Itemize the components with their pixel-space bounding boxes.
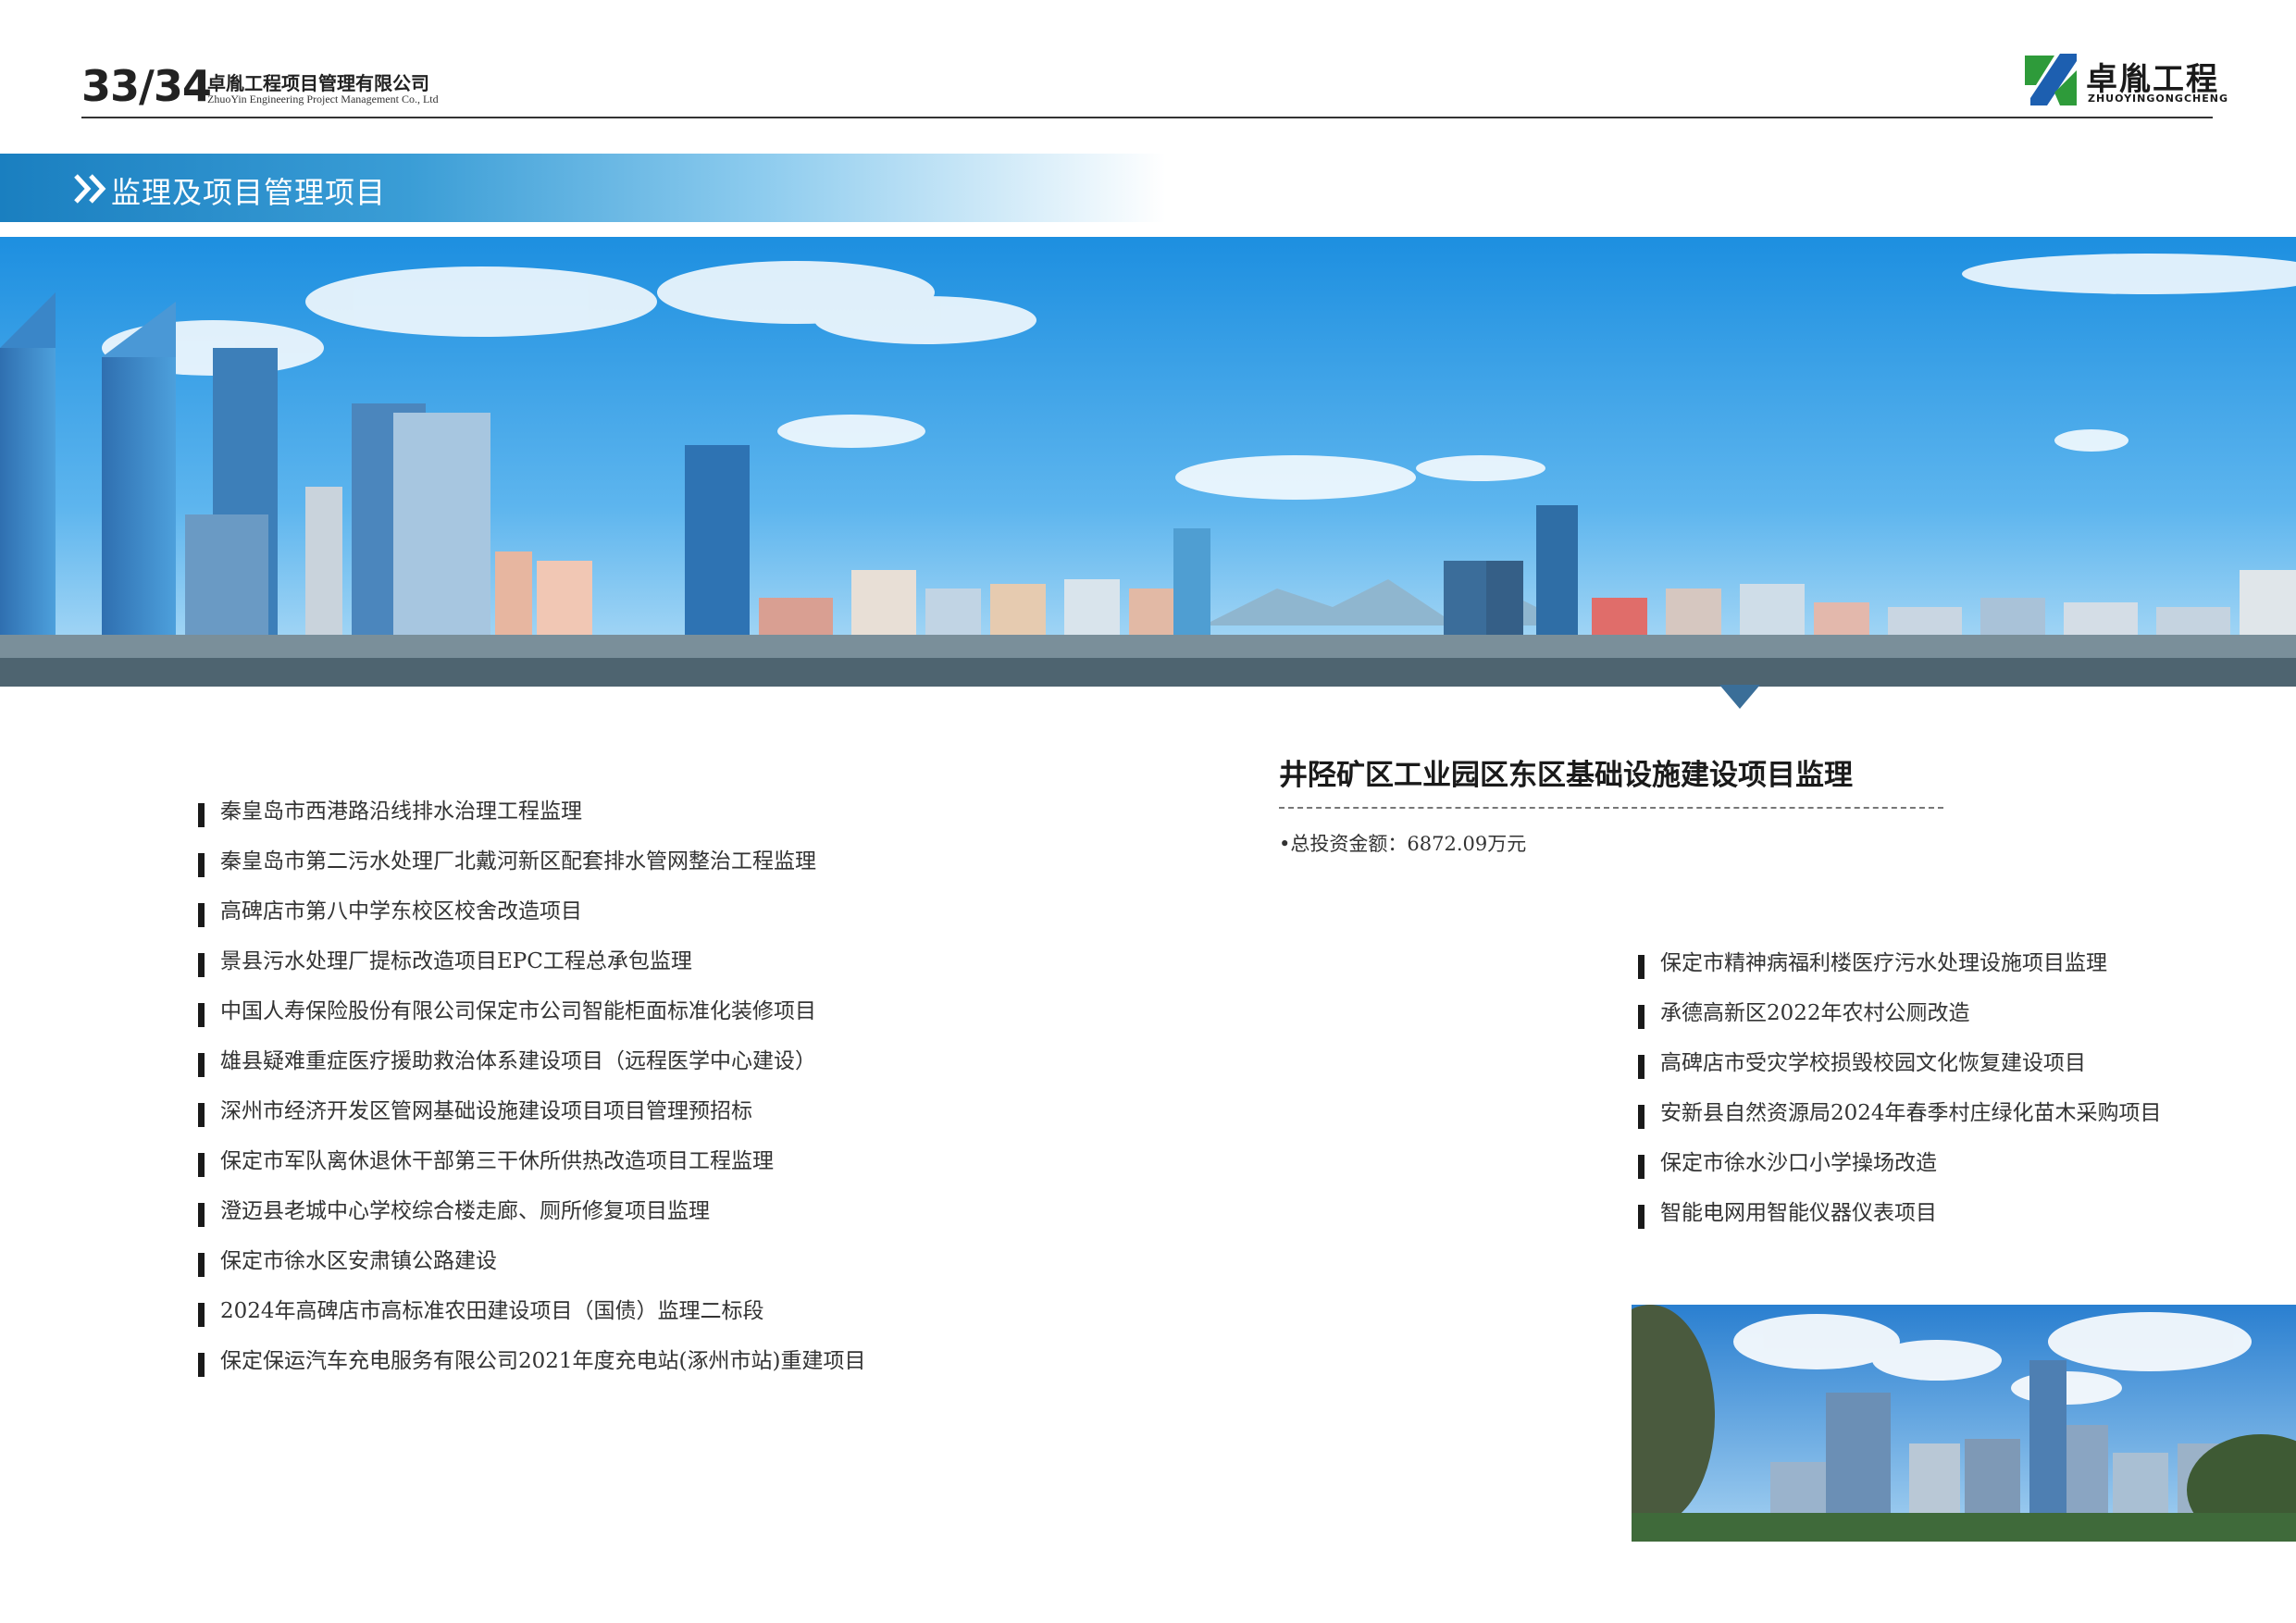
list-item: 保定市徐水沙口小学操场改造	[1638, 1147, 2162, 1197]
bullet-bar-icon	[1638, 1055, 1644, 1079]
featured-investment: •总投资金额：6872.09万元	[1279, 833, 1527, 855]
featured-project-title: 井陉矿区工业园区东区基础设施建设项目监理	[1279, 759, 1853, 792]
list-item: 澄迈县老城中心学校综合楼走廊、厕所修复项目监理	[198, 1196, 865, 1245]
bullet-bar-icon	[198, 853, 205, 877]
company-name-cn: 卓胤工程项目管理有限公司	[207, 72, 429, 94]
list-item: 雄县疑难重症医疗援助救治体系建设项目（远程医学中心建设）	[198, 1046, 865, 1096]
list-item-label: 秦皇岛市第二污水处理厂北戴河新区配套排水管网整治工程监理	[220, 849, 816, 873]
bullet-bar-icon	[1638, 1005, 1644, 1029]
bullet-bar-icon	[198, 803, 205, 827]
section-title: 监理及项目管理项目	[111, 175, 387, 210]
city-photo	[1632, 1305, 2296, 1542]
bullet-bar-icon	[198, 1053, 205, 1077]
bullet-bar-icon	[198, 1103, 205, 1127]
list-item-label: 保定市军队离休退休干部第三干休所供热改造项目工程监理	[220, 1149, 774, 1173]
bullet-bar-icon	[198, 903, 205, 927]
list-item-label: 中国人寿保险股份有限公司保定市公司智能柜面标准化装修项目	[220, 999, 816, 1023]
list-item-label: 保定市徐水沙口小学操场改造	[1660, 1151, 1937, 1175]
list-item: 秦皇岛市西港路沿线排水治理工程监理	[198, 796, 865, 846]
list-item-label: 秦皇岛市西港路沿线排水治理工程监理	[220, 799, 582, 824]
list-item: 智能电网用智能仪器仪表项目	[1638, 1197, 2162, 1247]
list-item-label: 保定保运汽车充电服务有限公司2021年度充电站(涿州市站)重建项目	[220, 1349, 866, 1373]
hero-skyline-image	[0, 237, 2296, 687]
list-item-label: 深州市经济开发区管网基础设施建设项目项目管理预招标	[220, 1099, 752, 1123]
list-item: 保定市徐水区安肃镇公路建设	[198, 1245, 865, 1295]
bullet-bar-icon	[198, 1353, 205, 1377]
bullet-bar-icon	[198, 1003, 205, 1027]
list-item-label: 2024年高碑店市高标准农田建设项目（国债）监理二标段	[220, 1299, 764, 1323]
list-item-label: 智能电网用智能仪器仪表项目	[1660, 1201, 1937, 1225]
list-item: 深州市经济开发区管网基础设施建设项目项目管理预招标	[198, 1096, 865, 1146]
bullet-bar-icon	[198, 1253, 205, 1277]
list-item: 中国人寿保险股份有限公司保定市公司智能柜面标准化装修项目	[198, 996, 865, 1046]
list-item-label: 承德高新区2022年农村公厕改造	[1660, 1001, 1970, 1025]
list-item: 高碑店市受灾学校损毁校园文化恢复建设项目	[1638, 1047, 2162, 1097]
left-project-list: 秦皇岛市西港路沿线排水治理工程监理 秦皇岛市第二污水处理厂北戴河新区配套排水管网…	[198, 796, 865, 1395]
logo-text-en: ZHUOYINGONGCHENG	[2088, 93, 2228, 105]
right-project-list: 保定市精神病福利楼医疗污水处理设施项目监理 承德高新区2022年农村公厕改造 高…	[1638, 948, 2162, 1247]
list-item: 景县污水处理厂提标改造项目EPC工程总承包监理	[198, 946, 865, 996]
list-item-label: 保定市精神病福利楼医疗污水处理设施项目监理	[1660, 951, 2107, 975]
list-item-label: 雄县疑难重症医疗援助救治体系建设项目（远程医学中心建设）	[220, 1049, 816, 1073]
bullet-bar-icon	[198, 1303, 205, 1327]
bullet-bar-icon	[198, 1153, 205, 1177]
list-item: 高碑店市第八中学东校区校舍改造项目	[198, 896, 865, 946]
list-item-label: 高碑店市受灾学校损毁校园文化恢复建设项目	[1660, 1051, 2086, 1075]
pointer-triangle-icon	[1719, 685, 1760, 709]
list-item: 保定市精神病福利楼医疗污水处理设施项目监理	[1638, 948, 2162, 997]
bullet-bar-icon	[1638, 1155, 1644, 1179]
list-item-label: 景县污水处理厂提标改造项目EPC工程总承包监理	[220, 949, 692, 973]
bullet-bar-icon	[1638, 1205, 1644, 1229]
list-item: 保定保运汽车充电服务有限公司2021年度充电站(涿州市站)重建项目	[198, 1345, 865, 1395]
list-item-label: 安新县自然资源局2024年春季村庄绿化苗木采购项目	[1660, 1101, 2162, 1125]
page-number: 33/34	[81, 61, 212, 111]
featured-divider	[1279, 807, 1943, 809]
list-item: 2024年高碑店市高标准农田建设项目（国债）监理二标段	[198, 1295, 865, 1345]
list-item-label: 澄迈县老城中心学校综合楼走廊、厕所修复项目监理	[220, 1199, 710, 1223]
bullet-bar-icon	[1638, 1105, 1644, 1129]
company-logo: 卓胤工程 ZHUOYINGONGCHENG	[2023, 52, 2228, 109]
list-item: 安新县自然资源局2024年春季村庄绿化苗木采购项目	[1638, 1097, 2162, 1147]
company-name-en: ZhuoYin Engineering Project Management C…	[207, 93, 439, 105]
list-item: 保定市军队离休退休干部第三干休所供热改造项目工程监理	[198, 1146, 865, 1196]
bullet-bar-icon	[198, 953, 205, 977]
list-item: 秦皇岛市第二污水处理厂北戴河新区配套排水管网整治工程监理	[198, 846, 865, 896]
logo-mark-icon	[2025, 54, 2077, 105]
bullet-bar-icon	[198, 1203, 205, 1227]
bullet-bar-icon	[1638, 955, 1644, 979]
list-item-label: 保定市徐水区安肃镇公路建设	[220, 1249, 497, 1273]
list-item-label: 高碑店市第八中学东校区校舍改造项目	[220, 899, 582, 923]
list-item: 承德高新区2022年农村公厕改造	[1638, 997, 2162, 1047]
header-divider	[81, 117, 2213, 118]
double-chevron-icon	[74, 174, 106, 204]
